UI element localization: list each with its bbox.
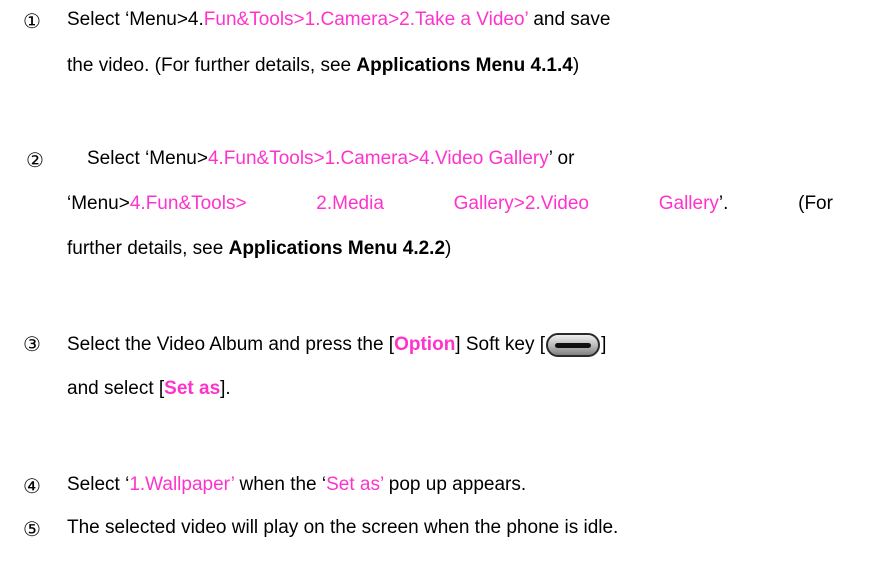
step-marker: ⑤ — [23, 517, 41, 541]
step-marker: ④ — [23, 474, 41, 498]
step-2-line-3: further details, see Applications Menu 4… — [67, 238, 452, 259]
step-1-line-1: Select ‘Menu>4.Fun&Tools>1.Camera>2.Take… — [67, 9, 611, 30]
step-marker: ③ — [23, 332, 41, 356]
step-1-line-2: the video. (For further details, see App… — [67, 55, 580, 76]
step-4-line-1: Select ‘1.Wallpaper’ when the ‘Set as’ p… — [67, 474, 527, 495]
step-3-line-2: and select [Set as]. — [67, 378, 231, 399]
step-2-line-2: ‘Menu>4.Fun&Tools> 2.Media Gallery>2.Vid… — [67, 193, 833, 214]
soft-key-button-icon — [546, 332, 601, 358]
step-2-line-1: Select ‘Menu>4.Fun&Tools>1.Camera>4.Vide… — [87, 148, 575, 169]
step-3-line-1: Select the Video Album and press the [Op… — [67, 332, 606, 358]
step-marker: ① — [23, 9, 41, 33]
step-marker: ② — [26, 148, 44, 172]
step-5-line-1: The selected video will play on the scre… — [67, 517, 619, 538]
